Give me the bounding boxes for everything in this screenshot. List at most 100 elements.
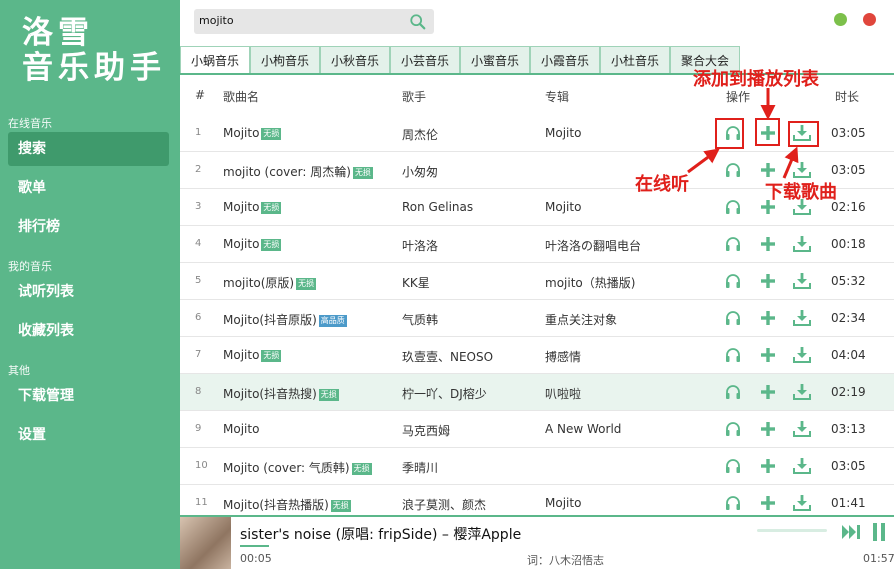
listen-online-icon[interactable]	[724, 383, 742, 401]
listen-online-icon[interactable]	[724, 235, 742, 253]
download-icon[interactable]	[793, 309, 811, 327]
singer-cell: Ron Gelinas	[402, 200, 474, 214]
song-name: mojito (cover: 周杰輪)	[223, 165, 351, 179]
download-icon[interactable]	[793, 161, 811, 179]
table-row[interactable]: 10 Mojito (cover: 气质韩) 无损 季晴川 03:05	[180, 448, 894, 485]
table-row[interactable]: 4 Mojito 无损 叶洛洛 叶洛洛の翻唱电台 00:18	[180, 226, 894, 263]
duration-cell: 02:19	[831, 385, 866, 399]
tab-source-7[interactable]: 小杜音乐	[600, 46, 670, 74]
download-icon[interactable]	[793, 457, 811, 475]
add-to-playlist-icon[interactable]	[759, 383, 777, 401]
download-icon[interactable]	[793, 235, 811, 253]
tab-source-1[interactable]: 小蜗音乐	[180, 46, 250, 74]
quality-badge: 无损	[351, 462, 372, 475]
add-to-playlist-icon[interactable]	[759, 272, 777, 290]
download-icon[interactable]	[793, 420, 811, 438]
sidebar-item-download-manager[interactable]: 下载管理	[8, 379, 169, 413]
album-cell: 搏感情	[545, 350, 582, 364]
quality-badge: 无损	[261, 127, 282, 140]
album-cell: Mojito	[545, 126, 582, 140]
search-input[interactable]: mojito	[199, 14, 234, 27]
album-cell: 重点关注对象	[545, 313, 618, 327]
tab-source-4[interactable]: 小芸音乐	[390, 46, 460, 74]
listen-online-icon[interactable]	[724, 198, 742, 216]
minimize-button[interactable]	[834, 13, 847, 26]
header-index: #	[195, 88, 206, 102]
app-title-line2: 音乐助手	[22, 50, 166, 86]
duration-cell: 03:05	[831, 163, 866, 177]
tab-source-3[interactable]: 小秋音乐	[320, 46, 390, 74]
sidebar-item-rank[interactable]: 排行榜	[8, 210, 169, 244]
album-cell: 叶洛洛の翻唱电台	[545, 239, 642, 253]
download-icon[interactable]	[793, 272, 811, 290]
header-song-name: 歌曲名	[223, 90, 260, 104]
quality-badge: 高品质	[318, 314, 347, 327]
table-row[interactable]: 5 mojito(原版) 无损 KK星 mojito（热播版) 05:32	[180, 263, 894, 300]
download-icon[interactable]	[793, 346, 811, 364]
row-index: 7	[195, 349, 202, 360]
row-index: 8	[195, 386, 202, 397]
album-cell: mojito（热播版)	[545, 276, 636, 290]
sidebar-item-search[interactable]: 搜索	[8, 132, 169, 166]
add-to-playlist-icon[interactable]	[759, 235, 777, 253]
duration-cell: 05:32	[831, 274, 866, 288]
singer-cell: 气质韩	[402, 313, 439, 327]
listen-online-icon[interactable]	[724, 309, 742, 327]
sidebar-item-trial-list[interactable]: 试听列表	[8, 275, 169, 309]
sidebar-item-songlist[interactable]: 歌单	[8, 171, 169, 205]
quality-badge: 无损	[330, 499, 351, 512]
singer-cell: 玖壹壹、NEOSO	[402, 350, 494, 364]
row-index: 11	[195, 497, 208, 508]
annotation-box-download	[788, 121, 819, 147]
add-to-playlist-icon[interactable]	[759, 457, 777, 475]
table-row[interactable]: 8 Mojito(抖音热搜) 无损 柠一吖、DJ榕少 叭啦啦 02:19	[180, 374, 894, 411]
download-icon[interactable]	[793, 494, 811, 512]
search-box[interactable]: mojito	[194, 9, 434, 34]
song-name: Mojito	[223, 422, 260, 436]
tab-source-2[interactable]: 小枸音乐	[250, 46, 320, 74]
row-index: 4	[195, 238, 202, 249]
song-name-cell: mojito(原版) 无损	[223, 274, 317, 291]
listen-online-icon[interactable]	[724, 457, 742, 475]
volume-slider[interactable]	[757, 529, 827, 532]
add-to-playlist-icon[interactable]	[759, 494, 777, 512]
listen-online-icon[interactable]	[724, 346, 742, 364]
pause-icon[interactable]	[872, 523, 886, 541]
table-row[interactable]: 9 Mojito 马克西姆 A New World 03:13	[180, 411, 894, 448]
listen-online-icon[interactable]	[724, 272, 742, 290]
album-cell: 叭啦啦	[545, 387, 582, 401]
add-to-playlist-icon[interactable]	[759, 346, 777, 364]
app-logo: 洛雪 音乐助手	[22, 16, 166, 86]
table-row[interactable]: 7 Mojito 无损 玖壹壹、NEOSO 搏感情 04:04	[180, 337, 894, 374]
duration-cell: 03:05	[831, 459, 866, 473]
add-to-playlist-icon[interactable]	[759, 309, 777, 327]
row-index: 5	[195, 275, 202, 286]
sidebar-item-favorites[interactable]: 收藏列表	[8, 314, 169, 348]
sidebar-item-settings[interactable]: 设置	[8, 418, 169, 452]
next-track-icon[interactable]	[841, 524, 861, 540]
download-icon[interactable]	[793, 383, 811, 401]
listen-online-icon[interactable]	[724, 494, 742, 512]
tab-source-6[interactable]: 小霞音乐	[530, 46, 600, 74]
table-row[interactable]: 6 Mojito(抖音原版) 高品质 气质韩 重点关注对象 02:34	[180, 300, 894, 337]
listen-online-icon[interactable]	[724, 420, 742, 438]
listen-online-icon[interactable]	[724, 161, 742, 179]
album-cover[interactable]	[180, 517, 231, 569]
song-name: Mojito(抖音原版)	[223, 313, 317, 327]
add-to-playlist-icon[interactable]	[759, 420, 777, 438]
song-name: Mojito	[223, 348, 260, 362]
add-to-playlist-icon[interactable]	[759, 161, 777, 179]
search-icon[interactable]	[409, 13, 427, 31]
row-index: 3	[195, 201, 202, 212]
app-title-line1: 洛雪	[22, 15, 94, 51]
elapsed-time: 00:05	[240, 552, 272, 565]
progress-bar[interactable]	[240, 545, 269, 547]
duration-cell: 01:41	[831, 496, 866, 510]
annotation-listen-label: 在线听	[635, 174, 689, 195]
song-name: mojito(原版)	[223, 276, 295, 290]
tab-source-5[interactable]: 小蜜音乐	[460, 46, 530, 74]
row-index: 2	[195, 164, 202, 175]
table-row[interactable]: 1 Mojito 无损 周杰伦 Mojito 03:05	[180, 115, 894, 152]
song-name-cell: Mojito 无损	[223, 126, 282, 140]
close-button[interactable]	[863, 13, 876, 26]
